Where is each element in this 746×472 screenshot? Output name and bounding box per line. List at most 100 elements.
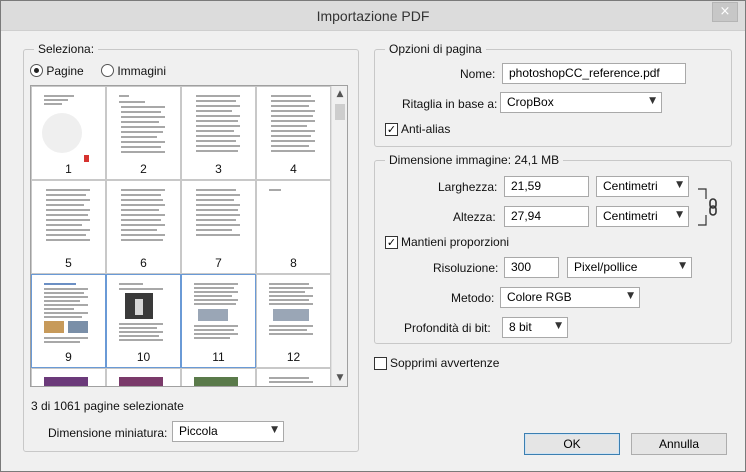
thumbnail-page[interactable]	[106, 368, 181, 386]
thumbnail-page[interactable]: 6	[106, 180, 181, 274]
page-preview	[265, 185, 324, 257]
thumbnail-page[interactable]: 1	[31, 86, 106, 180]
radio-pages-indicator[interactable]	[30, 64, 43, 77]
thumbnail-page-selected[interactable]: 9	[31, 274, 106, 368]
chevron-down-icon: ▼	[555, 321, 562, 331]
crop-label: Ritaglia in base a:	[402, 97, 498, 111]
thumbnail-page[interactable]: 5	[31, 180, 106, 274]
resolution-label: Risoluzione:	[433, 261, 499, 275]
page-preview	[265, 279, 324, 351]
bit-depth-value: 8 bit	[509, 320, 532, 334]
crop-select[interactable]: CropBox ▼	[500, 92, 662, 113]
thumbnail-number: 9	[65, 350, 72, 364]
thumbnail-number: 3	[215, 162, 222, 176]
page-preview	[265, 91, 324, 163]
thumbnail-page-selected[interactable]: 11	[181, 274, 256, 368]
thumbnail-scrollbar[interactable]: ▲ ▼	[331, 86, 347, 386]
thumbnail-grid[interactable]: 1 2 3 4 5 6 7 8 9 10 11 12 ▲ ▼	[30, 85, 348, 387]
radio-images-label: Immagini	[117, 64, 167, 78]
height-unit-select[interactable]: Centimetri ▼	[596, 206, 689, 227]
keep-proportions-checkbox[interactable]: ✓	[385, 236, 398, 249]
thumbnail-page[interactable]: 8	[256, 180, 331, 274]
thumbnail-page[interactable]	[181, 368, 256, 386]
thumbnail-number: 2	[140, 162, 147, 176]
chevron-down-icon: ▼	[676, 210, 683, 220]
close-button[interactable]: ×	[712, 2, 738, 22]
suppress-warnings-label: Sopprimi avvertenze	[390, 356, 500, 370]
thumbnail-page[interactable]: 7	[181, 180, 256, 274]
resolution-input[interactable]: 300	[504, 257, 559, 278]
thumbnail-number: 7	[215, 256, 222, 270]
thumbnail-number: 4	[290, 162, 297, 176]
thumbnail-page[interactable]: 2	[106, 86, 181, 180]
scrollbar-thumb[interactable]	[335, 104, 345, 120]
link-proportions-icon	[698, 188, 717, 226]
keep-proportions-label: Mantieni proporzioni	[401, 235, 510, 249]
pdf-import-dialog: Importazione PDF × Seleziona: Pagine Imm…	[0, 0, 746, 472]
chevron-down-icon: ▼	[627, 291, 634, 301]
cancel-button[interactable]: Annulla	[631, 433, 727, 455]
width-unit-value: Centimetri	[603, 179, 658, 193]
thumbnail-number: 8	[290, 256, 297, 270]
ok-button[interactable]: OK	[524, 433, 620, 455]
page-preview	[190, 91, 249, 163]
chevron-down-icon: ▼	[676, 180, 683, 190]
radio-images[interactable]: Immagini	[101, 64, 166, 78]
scroll-down-icon[interactable]: ▼	[332, 370, 347, 386]
thumbnail-size-select[interactable]: Piccola ▼	[172, 421, 284, 442]
image-size-legend: Dimensione immagine: 24,1 MB	[389, 153, 560, 167]
width-input[interactable]: 21,59	[504, 176, 589, 197]
thumbnail-number: 5	[65, 256, 72, 270]
crop-value: CropBox	[507, 95, 554, 109]
page-options-legend: Opzioni di pagina	[389, 42, 482, 56]
page-preview	[115, 185, 174, 257]
page-preview	[190, 279, 249, 351]
resolution-unit-select[interactable]: Pixel/pollice ▼	[567, 257, 692, 278]
name-input[interactable]: photoshopCC_reference.pdf	[502, 63, 686, 84]
mode-label: Metodo:	[451, 291, 495, 305]
mode-select[interactable]: Colore RGB ▼	[500, 287, 640, 308]
dialog-title: Importazione PDF	[316, 8, 430, 24]
selection-status: 3 di 1061 pagine selezionate	[31, 399, 184, 413]
title-bar[interactable]: Importazione PDF ×	[1, 1, 745, 31]
page-preview	[40, 185, 99, 257]
page-preview	[190, 373, 249, 386]
thumbnail-page[interactable]: 4	[256, 86, 331, 180]
name-label: Nome:	[460, 67, 496, 81]
radio-images-indicator[interactable]	[101, 64, 114, 77]
chevron-down-icon: ▼	[649, 96, 656, 106]
width-unit-select[interactable]: Centimetri ▼	[596, 176, 689, 197]
mode-value: Colore RGB	[507, 290, 572, 304]
antialias-label: Anti-alias	[401, 122, 451, 136]
radio-pages-label: Pagine	[46, 64, 84, 78]
page-preview	[115, 279, 174, 351]
page-preview	[190, 185, 249, 257]
page-preview	[40, 91, 99, 163]
thumbnail-size-value: Piccola	[179, 424, 218, 438]
thumbnail-page[interactable]: 3	[181, 86, 256, 180]
select-group-legend: Seleziona:	[38, 42, 95, 56]
thumbnail-page-selected[interactable]: 10	[106, 274, 181, 368]
page-preview	[115, 91, 174, 163]
suppress-warnings-checkbox[interactable]	[374, 357, 387, 370]
antialias-checkbox[interactable]: ✓	[385, 123, 398, 136]
height-unit-value: Centimetri	[603, 209, 658, 223]
bit-depth-select[interactable]: 8 bit ▼	[502, 317, 568, 338]
close-icon: ×	[719, 4, 731, 19]
thumbnail-page[interactable]: 12	[256, 274, 331, 368]
scroll-up-icon[interactable]: ▲	[332, 86, 347, 102]
resolution-unit-value: Pixel/pollice	[574, 260, 638, 274]
height-label: Altezza:	[453, 210, 496, 224]
radio-pages[interactable]: Pagine	[30, 64, 84, 78]
page-preview	[40, 373, 99, 386]
thumbnail-number: 10	[136, 350, 151, 364]
bit-depth-label: Profondità di bit:	[404, 321, 491, 335]
width-label: Larghezza:	[438, 180, 498, 194]
height-input[interactable]: 27,94	[504, 206, 589, 227]
page-preview	[115, 373, 174, 386]
thumbnail-number: 11	[212, 350, 225, 364]
thumbnail-page[interactable]	[31, 368, 106, 386]
page-preview	[40, 279, 99, 351]
chevron-down-icon: ▼	[271, 425, 278, 435]
thumbnail-page[interactable]	[256, 368, 331, 386]
